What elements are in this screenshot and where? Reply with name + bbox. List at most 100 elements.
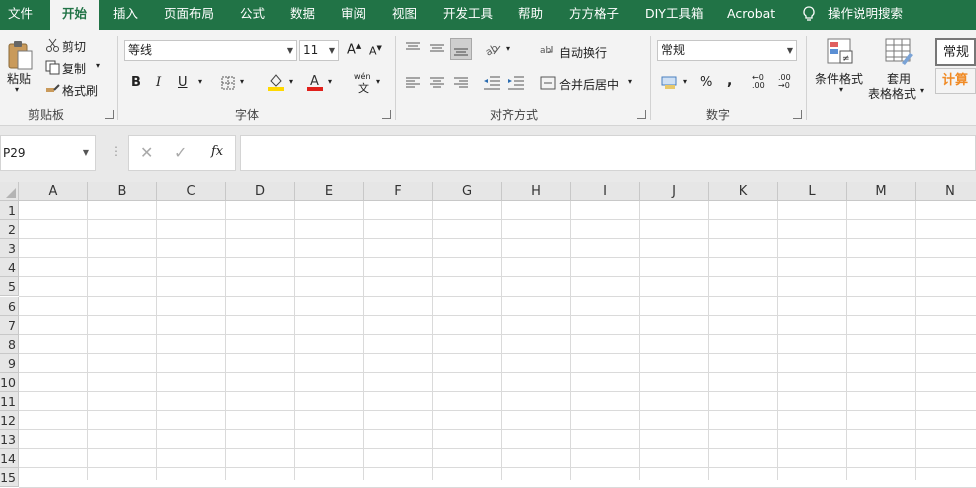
column-header-f[interactable]: F [364, 182, 433, 201]
copy-button[interactable]: 复制 [62, 60, 86, 77]
decrease-indent-icon[interactable] [483, 74, 501, 92]
number-format-select[interactable]: 常规 ▼ [657, 40, 797, 61]
merge-center-button[interactable]: 合并后居中 [559, 76, 619, 93]
column-header-m[interactable]: M [847, 182, 916, 201]
copy-dropdown-icon[interactable]: ▾ [96, 61, 100, 70]
worksheet-grid[interactable]: A B C D E F G H I J K L M N 1 2 3 4 5 6 7 8 9 10 11 12 13 14 15 [0, 182, 976, 488]
column-header-c[interactable]: C [157, 182, 226, 201]
align-bottom-icon[interactable] [450, 38, 472, 60]
name-box[interactable]: P29 ▼ [0, 135, 96, 171]
tab-file[interactable]: 文件 [8, 0, 33, 30]
row-header-13[interactable]: 13 [0, 430, 19, 450]
tab-insert[interactable]: 插入 [113, 0, 138, 30]
font-color-icon[interactable]: A [305, 72, 325, 92]
tab-page-layout[interactable]: 页面布局 [164, 0, 214, 30]
tab-formulas[interactable]: 公式 [240, 0, 265, 30]
clipboard-launcher-icon[interactable] [105, 110, 114, 119]
row-header-6[interactable]: 6 [0, 296, 19, 316]
format-painter-button[interactable]: 格式刷 [62, 82, 98, 99]
column-header-g[interactable]: G [433, 182, 502, 201]
phonetic-dropdown-icon[interactable]: ▾ [376, 77, 380, 86]
tab-fangfangezi[interactable]: 方方格子 [569, 0, 619, 30]
row-header-3[interactable]: 3 [0, 239, 19, 259]
column-header-a[interactable]: A [19, 182, 88, 201]
select-all-corner[interactable] [0, 182, 19, 201]
orientation-dropdown-icon[interactable]: ▾ [506, 44, 510, 53]
row-header-10[interactable]: 10 [0, 372, 19, 392]
paintbrush-icon[interactable] [44, 81, 60, 97]
table-format-line2[interactable]: 表格格式 [868, 85, 916, 102]
decrease-font-size-icon[interactable]: A▼ [369, 44, 382, 58]
row-header-14[interactable]: 14 [0, 449, 19, 469]
table-format-dropdown-icon[interactable]: ▾ [920, 86, 924, 95]
insert-function-icon[interactable]: fx [211, 144, 223, 159]
font-launcher-icon[interactable] [382, 110, 391, 119]
align-left-icon[interactable] [404, 75, 422, 91]
formula-input[interactable] [240, 135, 976, 171]
column-header-i[interactable]: I [571, 182, 640, 201]
tab-home[interactable]: 开始 [50, 0, 100, 30]
tab-view[interactable]: 视图 [392, 0, 417, 30]
merge-center-icon[interactable] [540, 75, 556, 91]
row-header-8[interactable]: 8 [0, 334, 19, 354]
row-header-2[interactable]: 2 [0, 220, 19, 240]
scissors-icon[interactable] [44, 37, 60, 53]
tab-diy-toolbox[interactable]: DIY工具箱 [645, 0, 703, 30]
borders-icon[interactable] [220, 75, 236, 91]
decrease-decimal-icon[interactable]: .00 →0 [778, 74, 791, 90]
wrap-text-button[interactable]: 自动换行 [559, 44, 607, 61]
column-header-n[interactable]: N [916, 182, 976, 201]
fill-color-icon[interactable] [266, 72, 286, 92]
align-top-icon[interactable] [404, 40, 422, 56]
font-name-select[interactable]: 等线 ▼ [124, 40, 297, 61]
vertical-dots-icon[interactable]: ⋮ [110, 144, 122, 158]
column-header-d[interactable]: D [226, 182, 295, 201]
alignment-launcher-icon[interactable] [637, 110, 646, 119]
comma-style-icon[interactable]: , [727, 73, 732, 89]
tab-help[interactable]: 帮助 [518, 0, 543, 30]
underline-button[interactable]: U [178, 75, 188, 90]
orientation-icon[interactable]: ab [484, 40, 502, 58]
paste-button[interactable] [5, 38, 35, 72]
cancel-icon[interactable]: ✕ [140, 143, 153, 162]
font-size-select[interactable]: 11 ▼ [299, 40, 339, 61]
enter-check-icon[interactable]: ✓ [174, 143, 187, 162]
number-launcher-icon[interactable] [793, 110, 802, 119]
column-header-k[interactable]: K [709, 182, 778, 201]
row-header-9[interactable]: 9 [0, 353, 19, 373]
increase-font-size-icon[interactable]: A▲ [347, 42, 361, 57]
font-color-dropdown-icon[interactable]: ▾ [328, 77, 332, 86]
row-header-5[interactable]: 5 [0, 277, 19, 297]
conditional-format-dropdown-icon[interactable]: ▾ [839, 85, 843, 94]
tab-developer[interactable]: 开发工具 [443, 0, 493, 30]
row-header-11[interactable]: 11 [0, 392, 19, 412]
borders-dropdown-icon[interactable]: ▾ [240, 77, 244, 86]
percent-style-icon[interactable]: % [700, 75, 712, 90]
row-header-4[interactable]: 4 [0, 258, 19, 278]
align-center-icon[interactable] [428, 75, 446, 91]
row-header-12[interactable]: 12 [0, 411, 19, 431]
column-header-h[interactable]: H [502, 182, 571, 201]
align-middle-icon[interactable] [428, 40, 446, 56]
fill-color-dropdown-icon[interactable]: ▾ [289, 77, 293, 86]
conditional-format-icon[interactable]: ≠ [826, 37, 856, 67]
increase-decimal-icon[interactable]: ←0.00 [752, 74, 765, 90]
row-header-1[interactable]: 1 [0, 201, 19, 221]
column-header-b[interactable]: B [88, 182, 157, 201]
style-normal[interactable]: 常规 [935, 38, 976, 66]
accounting-dropdown-icon[interactable]: ▾ [683, 77, 687, 86]
tab-acrobat[interactable]: Acrobat [727, 0, 775, 30]
underline-dropdown-icon[interactable]: ▾ [198, 77, 202, 86]
wrap-text-icon[interactable]: ab [540, 42, 556, 58]
tab-review[interactable]: 审阅 [341, 0, 366, 30]
row-header-7[interactable]: 7 [0, 315, 19, 335]
copy-icon[interactable] [44, 59, 60, 75]
bold-button[interactable]: B [131, 75, 141, 90]
cut-button[interactable]: 剪切 [62, 38, 86, 55]
paste-dropdown-icon[interactable]: ▾ [15, 85, 19, 94]
italic-button[interactable]: I [156, 75, 161, 90]
table-format-icon[interactable] [884, 37, 914, 67]
style-calculation[interactable]: 计算 [935, 68, 976, 94]
increase-indent-icon[interactable] [507, 74, 525, 92]
column-header-j[interactable]: J [640, 182, 709, 201]
